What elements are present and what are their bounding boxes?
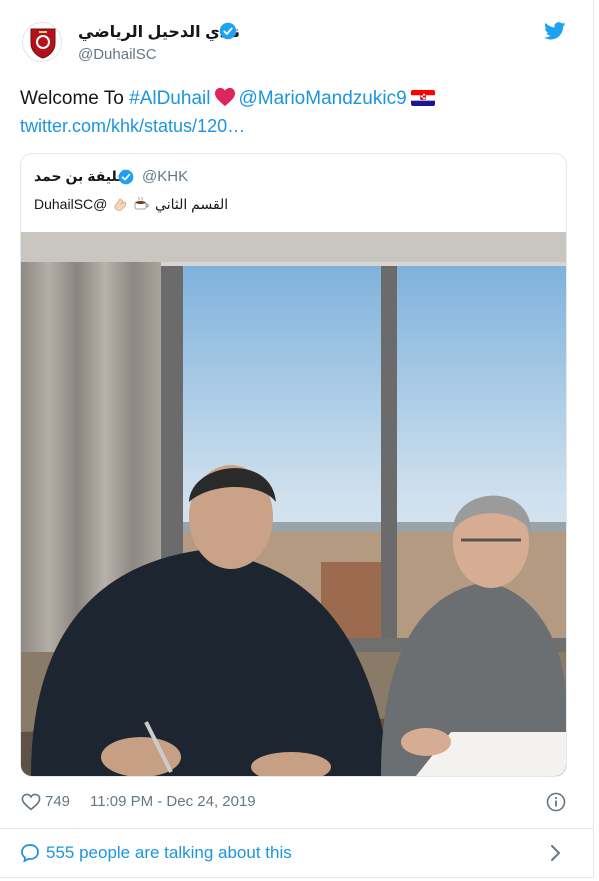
comment-icon[interactable] (20, 843, 40, 863)
quoted-text-arabic: القسم الثاني (155, 196, 229, 212)
verified-icon (219, 22, 237, 40)
display-name[interactable]: نادي الدحيل الرياضي (78, 22, 240, 42)
quoted-tweet[interactable]: خليفة بن حمد @KHK DuhailSC@ القسم الثاني (20, 153, 567, 777)
clap-icon (114, 198, 127, 211)
quoted-display-name[interactable]: خليفة بن حمد (34, 168, 127, 185)
quoted-handle[interactable]: @KHK (142, 168, 188, 185)
tweet-card: نادي الدحيل الرياضي @DuhailSC Welcome To… (0, 0, 594, 878)
tweet-prefix: Welcome To (20, 88, 130, 109)
like-count[interactable]: 749 (45, 793, 70, 810)
quoted-text-tail: DuhailSC@ (34, 196, 108, 212)
quoted-photo[interactable] (21, 232, 566, 776)
quoted-text: DuhailSC@ القسم الثاني (34, 196, 228, 213)
divider (0, 828, 594, 829)
signing-photo (21, 232, 566, 776)
hashtag-link[interactable]: #AlDuhail (129, 88, 210, 109)
chevron-right-icon[interactable] (549, 843, 563, 863)
club-logo-icon (30, 28, 56, 59)
croatia-flag-icon (410, 90, 435, 106)
tweet-url-link[interactable]: twitter.com/khk/status/120… (20, 116, 245, 137)
coffee-icon (134, 196, 149, 210)
heart-outline-icon[interactable] (21, 793, 41, 811)
quoted-verified-icon (118, 169, 134, 185)
mention-link[interactable]: @MarioMandzukic9 (238, 88, 406, 109)
tweet-text: Welcome To #AlDuhail @MarioMandzukic9 (20, 86, 435, 112)
timestamp[interactable]: 11:09 PM - Dec 24, 2019 (90, 793, 256, 810)
info-icon[interactable] (546, 792, 566, 812)
avatar[interactable] (22, 22, 62, 62)
handle[interactable]: @DuhailSC (78, 46, 157, 63)
heart-icon (215, 87, 236, 107)
twitter-bird-icon[interactable] (544, 22, 566, 40)
talking-link[interactable]: 555 people are talking about this (46, 843, 292, 863)
